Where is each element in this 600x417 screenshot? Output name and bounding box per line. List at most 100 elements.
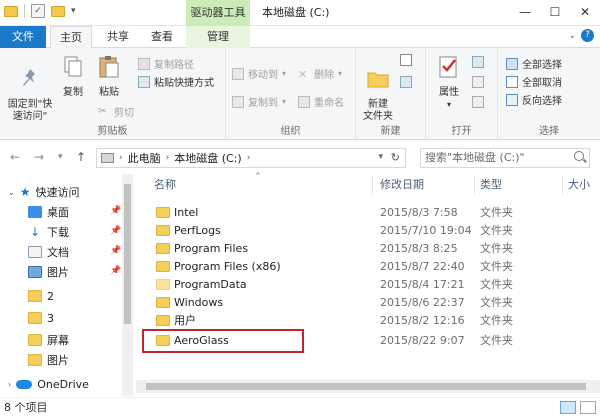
help-icon[interactable]: ? xyxy=(581,29,594,42)
table-row[interactable]: ProgramData 2015/8/4 17:21 文件夹 xyxy=(136,276,588,294)
column-header-name[interactable]: 名称 xyxy=(154,174,176,196)
nav-item-folder-2[interactable]: 2 xyxy=(28,286,54,306)
tab-manage[interactable]: 管理 xyxy=(186,26,250,48)
paste-button[interactable]: 粘贴 xyxy=(92,54,126,99)
close-icon[interactable]: ✕ xyxy=(570,0,600,24)
tab-view[interactable]: 查看 xyxy=(144,26,180,48)
search-input[interactable]: 搜索"本地磁盘 (C:)" xyxy=(420,148,590,168)
table-row[interactable]: Program Files 2015/8/3 8:25 文件夹 xyxy=(136,240,588,258)
table-row[interactable]: Windows 2015/8/6 22:37 文件夹 xyxy=(136,294,588,312)
tab-home[interactable]: 主页 xyxy=(50,26,92,49)
folder-icon xyxy=(156,297,170,308)
address-row: ← → ▾ ↑ › 此电脑 › 本地磁盘 (C:) › ▾ ↻ 搜索"本地磁盘 … xyxy=(0,140,600,174)
forward-icon[interactable]: → xyxy=(34,150,44,164)
drive-icon xyxy=(101,153,114,163)
column-header-size[interactable]: 大小 xyxy=(568,174,590,196)
pin-icon[interactable]: 📌 xyxy=(110,266,121,276)
separator xyxy=(24,4,25,18)
nav-label: 图片 xyxy=(47,266,69,279)
tab-file[interactable]: 文件 xyxy=(0,26,46,48)
nav-item-folder-screen[interactable]: 屏幕 xyxy=(28,330,69,350)
large-icons-view-icon[interactable] xyxy=(580,401,596,414)
details-view-icon[interactable] xyxy=(560,401,576,414)
maximize-icon[interactable]: ☐ xyxy=(540,0,570,24)
nav-item-pictures[interactable]: 图片 📌 xyxy=(28,262,122,282)
chevron-down-icon[interactable]: ⌄ xyxy=(8,188,15,197)
nav-pane-scrollbar[interactable] xyxy=(122,174,133,396)
column-divider[interactable] xyxy=(562,176,563,194)
copy-to-button[interactable]: 复制到 ▾ xyxy=(232,94,286,109)
view-switcher xyxy=(560,401,596,414)
pin-quick-access-button[interactable]: 固定到"快 速访问" xyxy=(4,54,56,123)
address-dropdown-icon[interactable]: ▾ xyxy=(378,152,383,162)
breadcrumb-drive-c[interactable]: 本地磁盘 (C:) xyxy=(174,150,241,166)
nav-item-desktop[interactable]: 桌面 📌 xyxy=(28,202,122,222)
copy-path-button[interactable]: 复制路径 xyxy=(138,56,194,71)
new-folder-icon[interactable] xyxy=(51,5,65,17)
cut-button[interactable]: ✂ 剪切 xyxy=(98,104,134,120)
table-row[interactable]: 用户 2015/8/2 12:16 文件夹 xyxy=(136,312,588,330)
table-row[interactable]: Intel 2015/8/3 7:58 文件夹 xyxy=(136,204,588,222)
properties-icon[interactable]: ✓ xyxy=(31,4,45,18)
scrollbar-thumb[interactable] xyxy=(124,184,131,324)
rename-button[interactable]: 重命名 xyxy=(298,94,344,109)
nav-item-folder-3[interactable]: 3 xyxy=(28,308,54,328)
pin-icon[interactable]: 📌 xyxy=(110,226,121,236)
pin-icon[interactable]: 📌 xyxy=(110,246,121,256)
open-button[interactable] xyxy=(472,56,484,68)
paste-shortcut-label: 粘贴快捷方式 xyxy=(154,78,214,89)
pin-icon[interactable]: 📌 xyxy=(110,206,121,216)
paste-shortcut-button[interactable]: 粘贴快捷方式 xyxy=(138,74,214,89)
nav-item-downloads[interactable]: ↓ 下载 📌 xyxy=(28,222,122,242)
new-item-button[interactable] xyxy=(400,54,412,66)
table-row[interactable]: Program Files (x86) 2015/8/7 22:40 文件夹 xyxy=(136,258,588,276)
nav-item-onedrive[interactable]: › OneDrive xyxy=(8,374,89,394)
folder-icon xyxy=(4,5,18,17)
collapse-ribbon-icon[interactable]: ⌄ xyxy=(568,31,576,41)
chevron-right-icon: › xyxy=(246,153,251,163)
chevron-right-icon[interactable]: › xyxy=(8,380,11,389)
table-row[interactable]: PerfLogs 2015/7/10 19:04 文件夹 xyxy=(136,222,588,240)
new-folder-icon xyxy=(367,72,389,88)
new-folder-button[interactable]: 新建 文件夹 xyxy=(360,54,396,123)
select-all-button[interactable]: 全部选择 xyxy=(506,56,562,71)
column-divider[interactable] xyxy=(474,176,475,194)
file-date: 2015/8/22 9:07 xyxy=(380,334,465,347)
file-date: 2015/8/7 22:40 xyxy=(380,260,465,273)
delete-button[interactable]: ✕ 删除 ▾ xyxy=(298,66,342,82)
invert-selection-button[interactable]: 反向选择 xyxy=(506,92,562,107)
nav-label: 2 xyxy=(47,289,54,303)
copy-button[interactable]: 复制 xyxy=(58,54,88,99)
properties-label: 属性 xyxy=(439,87,459,98)
up-icon[interactable]: ↑ xyxy=(76,150,86,164)
customize-dropdown-icon[interactable]: ▾ xyxy=(71,6,76,16)
scrollbar-thumb[interactable] xyxy=(146,383,586,390)
file-type: 文件夹 xyxy=(480,296,513,309)
recent-locations-icon[interactable]: ▾ xyxy=(58,152,63,162)
select-group-label: 选择 xyxy=(539,126,559,137)
back-icon[interactable]: ← xyxy=(10,150,20,164)
properties-button[interactable]: 属性 ▾ xyxy=(432,54,466,111)
history-button[interactable] xyxy=(472,96,484,108)
item-count: 8 个项目 xyxy=(4,401,48,414)
drive-tools-context-tab[interactable]: 驱动器工具 xyxy=(186,0,250,26)
nav-item-documents[interactable]: 文档 📌 xyxy=(28,242,122,262)
nav-item-folder-pictures[interactable]: 图片 xyxy=(28,350,69,370)
column-header-type[interactable]: 类型 xyxy=(480,174,502,196)
easy-access-button[interactable] xyxy=(400,76,412,88)
refresh-icon[interactable]: ↻ xyxy=(391,151,400,164)
ribbon: 固定到"快 速访问" 复制 粘贴 复制路径 粘贴快捷方式 ✂ 剪切 剪贴板 移动… xyxy=(0,48,600,140)
file-type: 文件夹 xyxy=(480,260,513,273)
column-divider[interactable] xyxy=(372,176,373,194)
breadcrumb-this-pc[interactable]: 此电脑 xyxy=(128,150,161,166)
tab-share[interactable]: 共享 xyxy=(100,26,136,48)
move-to-button[interactable]: 移动到 ▾ xyxy=(232,66,286,81)
column-header-date[interactable]: 修改日期 xyxy=(380,174,424,196)
edit-button[interactable] xyxy=(472,76,484,88)
minimize-icon[interactable]: — xyxy=(510,0,540,24)
nav-item-quick-access[interactable]: ⌄ ★ 快速访问 xyxy=(8,182,79,202)
address-bar[interactable]: › 此电脑 › 本地磁盘 (C:) › ▾ ↻ xyxy=(96,148,406,168)
horizontal-scrollbar[interactable] xyxy=(136,380,600,393)
select-none-button[interactable]: 全部取消 xyxy=(506,74,562,89)
open-group: 属性 ▾ 打开 xyxy=(426,48,498,140)
